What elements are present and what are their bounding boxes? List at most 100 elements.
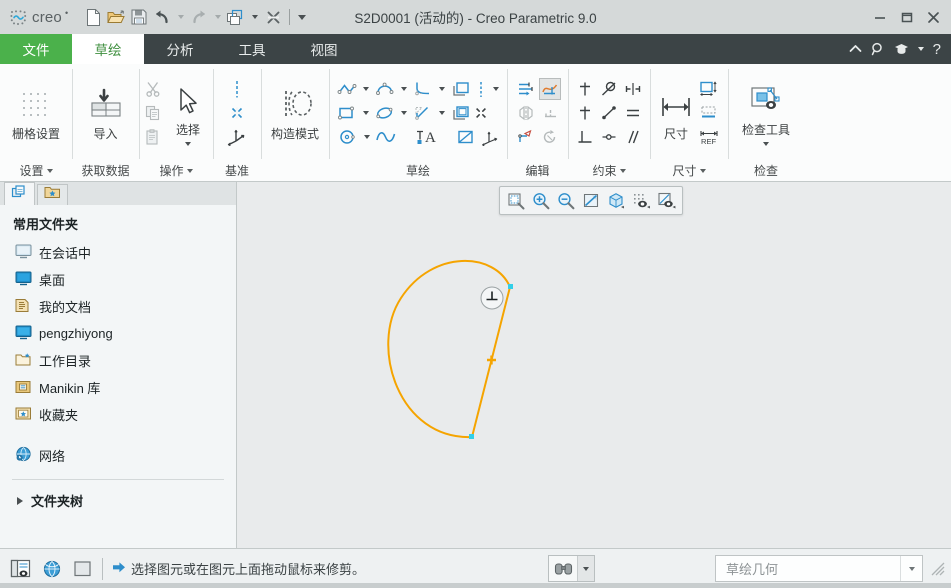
ribbon-group-dimension-label[interactable]: 尺寸 xyxy=(650,160,728,181)
undo-dropdown-button[interactable] xyxy=(174,6,187,28)
trim-button[interactable] xyxy=(538,78,561,100)
reference-dimension-button[interactable]: REF xyxy=(698,126,720,148)
inspect-tools-button[interactable]: 检查工具 xyxy=(733,80,799,146)
sidebar-item-favorites[interactable]: 收藏夹 xyxy=(0,401,236,428)
baseline-dimension-button[interactable] xyxy=(698,102,720,124)
chamfer-dropdown-button[interactable] xyxy=(436,102,448,124)
help-center-icon[interactable] xyxy=(894,42,909,56)
qat-customize-button[interactable] xyxy=(295,6,308,28)
project-button[interactable] xyxy=(455,126,477,148)
ribbon-group-constraints-label[interactable]: 约束 xyxy=(568,160,650,181)
ellipse-button[interactable] xyxy=(374,102,396,124)
sidebar-item-working-directory[interactable]: 工作目录 xyxy=(0,347,236,374)
rectangle-dropdown-button[interactable] xyxy=(360,102,372,124)
selection-filter-combo[interactable]: 草绘几何 xyxy=(715,555,923,582)
minimize-button[interactable] xyxy=(866,5,893,29)
model-tree-tab[interactable] xyxy=(4,182,35,205)
point-button[interactable] xyxy=(226,102,248,124)
arc-button[interactable] xyxy=(374,78,396,100)
coordinate-system-button[interactable] xyxy=(226,126,248,148)
sidebar-item-desktop[interactable]: 桌面 xyxy=(0,266,236,293)
tab-file[interactable]: 文件 xyxy=(0,34,72,64)
mirror-button[interactable] xyxy=(515,102,537,124)
arc-dropdown-button[interactable] xyxy=(398,78,410,100)
sketch-geometry[interactable] xyxy=(237,182,951,537)
centerline-sketch-button[interactable] xyxy=(474,78,488,100)
ribbon-group-operations-label[interactable]: 操作 xyxy=(139,160,213,181)
chamfer-button[interactable] xyxy=(412,102,434,124)
sidebar-item-in-session[interactable]: 在会话中 xyxy=(0,239,236,266)
fillet-dropdown-button[interactable] xyxy=(436,78,448,100)
inspect-dropdown-icon[interactable] xyxy=(763,142,769,146)
import-button[interactable]: 导入 xyxy=(73,84,139,142)
open-file-button[interactable] xyxy=(105,6,127,28)
search-icon[interactable] xyxy=(871,42,885,56)
redo-dropdown-button[interactable] xyxy=(211,6,224,28)
construction-mode-button[interactable]: 构造模式 xyxy=(262,84,328,142)
find-button[interactable] xyxy=(549,556,577,581)
tab-tools[interactable]: 工具 xyxy=(216,34,288,64)
corner-button[interactable] xyxy=(515,126,537,148)
line-chain-button[interactable] xyxy=(336,78,358,100)
cut-button[interactable] xyxy=(142,78,164,100)
coord-sys-sketch-button[interactable] xyxy=(479,126,501,148)
centerline-dropdown-button[interactable] xyxy=(490,78,502,100)
centerline-button[interactable] xyxy=(226,78,248,100)
resize-grip[interactable] xyxy=(931,562,945,576)
tab-view[interactable]: 视图 xyxy=(288,34,360,64)
redo-button[interactable] xyxy=(188,6,210,28)
offset-button[interactable] xyxy=(450,78,472,100)
tab-sketch[interactable]: 草绘 xyxy=(72,34,144,64)
spline-button[interactable] xyxy=(375,126,397,148)
graphics-canvas[interactable] xyxy=(237,182,951,548)
delete-segment-x-button[interactable] xyxy=(474,102,488,124)
sidebar-item-user-folder[interactable]: pengzhiyong xyxy=(0,320,236,347)
ellipse-dropdown-button[interactable] xyxy=(398,102,410,124)
window-dropdown-button[interactable] xyxy=(248,6,261,28)
full-screen-button[interactable] xyxy=(70,556,95,581)
rectangle-button[interactable] xyxy=(336,102,358,124)
tab-analysis[interactable]: 分析 xyxy=(144,34,216,64)
folder-tree-toggle[interactable]: 文件夹树 xyxy=(0,480,236,510)
help-question-icon[interactable]: ? xyxy=(933,41,941,58)
vertical-constraint-button[interactable] xyxy=(574,78,596,100)
ribbon-group-settings-label[interactable]: 设置 xyxy=(0,160,72,181)
midpoint-constraint-button[interactable] xyxy=(598,102,620,124)
select-button[interactable]: 选择 xyxy=(166,80,210,146)
grid-settings-button[interactable]: 栅格设置 xyxy=(3,84,69,142)
equal-constraint-button[interactable] xyxy=(622,102,644,124)
close-window-button[interactable] xyxy=(262,6,284,28)
paste-button[interactable] xyxy=(142,126,164,148)
modify-button[interactable] xyxy=(515,78,537,100)
web-browser-button[interactable] xyxy=(39,556,64,581)
sidebar-item-network[interactable]: 网络 xyxy=(0,442,236,469)
folder-browser-tab[interactable] xyxy=(37,184,68,205)
find-dropdown-button[interactable] xyxy=(577,556,594,581)
circle-button[interactable] xyxy=(337,126,359,148)
close-button[interactable] xyxy=(920,5,947,29)
help-dropdown-icon[interactable] xyxy=(917,47,924,51)
selection-filter-dropdown-button[interactable] xyxy=(900,556,922,581)
sidebar-item-my-documents[interactable]: 我的文档 xyxy=(0,293,236,320)
window-switch-button[interactable] xyxy=(225,6,247,28)
tangent-constraint-button[interactable] xyxy=(598,78,620,100)
dimension-button[interactable]: 尺寸 xyxy=(658,84,694,142)
copy-button[interactable] xyxy=(142,102,164,124)
coincident-constraint-button[interactable] xyxy=(598,126,620,148)
line-dropdown-button[interactable] xyxy=(360,78,372,100)
text-button[interactable]: A xyxy=(413,126,439,148)
navigator-toggle-button[interactable] xyxy=(8,556,33,581)
maximize-button[interactable] xyxy=(893,5,920,29)
thicken-button[interactable] xyxy=(450,102,472,124)
parallel-constraint-button[interactable] xyxy=(622,126,644,148)
perpendicular-constraint-button[interactable] xyxy=(574,126,596,148)
select-dropdown-icon[interactable] xyxy=(185,142,191,146)
undo-button[interactable] xyxy=(151,6,173,28)
rotate-resize-button[interactable] xyxy=(539,126,561,148)
symmetric-constraint-button[interactable] xyxy=(622,78,644,100)
divide-button[interactable] xyxy=(539,102,561,124)
circle-dropdown-button[interactable] xyxy=(361,126,373,148)
save-file-button[interactable] xyxy=(128,6,150,28)
sidebar-item-manikin-library[interactable]: Manikin 库 xyxy=(0,374,236,401)
fillet-button[interactable] xyxy=(412,78,434,100)
